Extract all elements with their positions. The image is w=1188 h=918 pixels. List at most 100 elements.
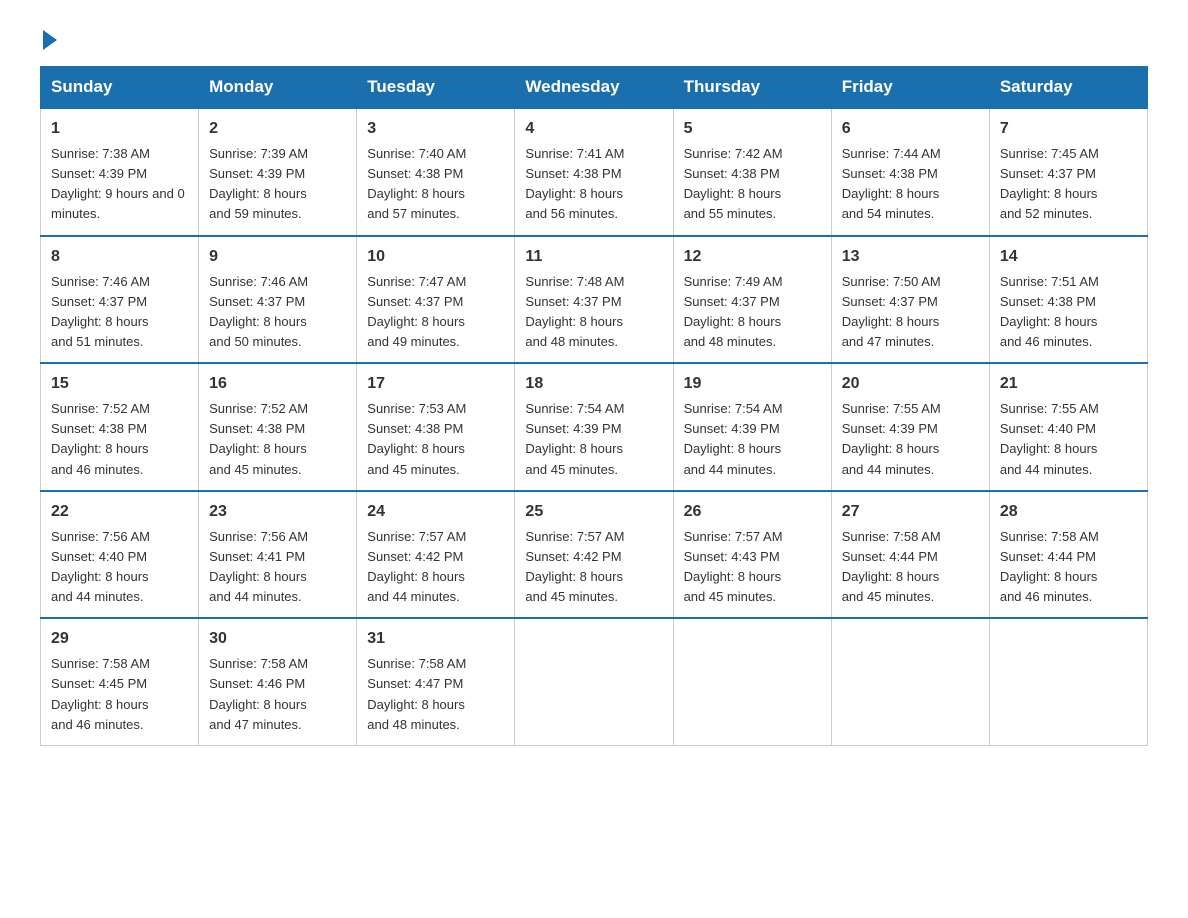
calendar-cell: 1 Sunrise: 7:38 AMSunset: 4:39 PMDaylight… [41, 108, 199, 236]
day-number: 9 [209, 245, 346, 269]
calendar-cell [515, 618, 673, 745]
calendar-header-row: SundayMondayTuesdayWednesdayThursdayFrid… [41, 67, 1148, 109]
calendar-cell: 26 Sunrise: 7:57 AMSunset: 4:43 PMDayligh… [673, 491, 831, 619]
calendar-week-5: 29 Sunrise: 7:58 AMSunset: 4:45 PMDayligh… [41, 618, 1148, 745]
day-number: 24 [367, 500, 504, 524]
day-number: 13 [842, 245, 979, 269]
logo-general [40, 30, 57, 50]
calendar-cell: 22 Sunrise: 7:56 AMSunset: 4:40 PMDayligh… [41, 491, 199, 619]
day-info: Sunrise: 7:38 AMSunset: 4:39 PMDaylight:… [51, 144, 188, 225]
calendar-cell: 10 Sunrise: 7:47 AMSunset: 4:37 PMDayligh… [357, 236, 515, 364]
day-info: Sunrise: 7:45 AMSunset: 4:37 PMDaylight:… [1000, 144, 1137, 225]
calendar-cell: 27 Sunrise: 7:58 AMSunset: 4:44 PMDayligh… [831, 491, 989, 619]
calendar-week-1: 1 Sunrise: 7:38 AMSunset: 4:39 PMDaylight… [41, 108, 1148, 236]
day-number: 20 [842, 372, 979, 396]
day-number: 21 [1000, 372, 1137, 396]
day-number: 16 [209, 372, 346, 396]
day-number: 22 [51, 500, 188, 524]
day-number: 2 [209, 117, 346, 141]
page-header [40, 30, 1148, 46]
day-info: Sunrise: 7:56 AMSunset: 4:40 PMDaylight:… [51, 527, 188, 608]
calendar-cell: 15 Sunrise: 7:52 AMSunset: 4:38 PMDayligh… [41, 363, 199, 491]
day-info: Sunrise: 7:46 AMSunset: 4:37 PMDaylight:… [51, 272, 188, 353]
day-number: 29 [51, 627, 188, 651]
calendar-cell: 29 Sunrise: 7:58 AMSunset: 4:45 PMDayligh… [41, 618, 199, 745]
day-info: Sunrise: 7:47 AMSunset: 4:37 PMDaylight:… [367, 272, 504, 353]
day-number: 15 [51, 372, 188, 396]
column-header-tuesday: Tuesday [357, 67, 515, 109]
calendar-cell: 11 Sunrise: 7:48 AMSunset: 4:37 PMDayligh… [515, 236, 673, 364]
day-info: Sunrise: 7:55 AMSunset: 4:40 PMDaylight:… [1000, 399, 1137, 480]
column-header-saturday: Saturday [989, 67, 1147, 109]
day-info: Sunrise: 7:57 AMSunset: 4:43 PMDaylight:… [684, 527, 821, 608]
day-info: Sunrise: 7:44 AMSunset: 4:38 PMDaylight:… [842, 144, 979, 225]
day-number: 8 [51, 245, 188, 269]
logo [40, 30, 57, 46]
day-number: 27 [842, 500, 979, 524]
day-info: Sunrise: 7:57 AMSunset: 4:42 PMDaylight:… [525, 527, 662, 608]
day-info: Sunrise: 7:55 AMSunset: 4:39 PMDaylight:… [842, 399, 979, 480]
calendar-cell: 13 Sunrise: 7:50 AMSunset: 4:37 PMDayligh… [831, 236, 989, 364]
calendar-cell: 21 Sunrise: 7:55 AMSunset: 4:40 PMDayligh… [989, 363, 1147, 491]
day-info: Sunrise: 7:42 AMSunset: 4:38 PMDaylight:… [684, 144, 821, 225]
day-number: 10 [367, 245, 504, 269]
calendar-cell: 30 Sunrise: 7:58 AMSunset: 4:46 PMDayligh… [199, 618, 357, 745]
day-number: 28 [1000, 500, 1137, 524]
calendar-cell: 9Sunrise: 7:46 AMSunset: 4:37 PMDaylight… [199, 236, 357, 364]
calendar-cell: 3Sunrise: 7:40 AMSunset: 4:38 PMDaylight… [357, 108, 515, 236]
day-info: Sunrise: 7:52 AMSunset: 4:38 PMDaylight:… [51, 399, 188, 480]
logo-arrow-icon [43, 30, 57, 50]
column-header-sunday: Sunday [41, 67, 199, 109]
calendar-cell: 28Sunrise: 7:58 AMSunset: 4:44 PMDayligh… [989, 491, 1147, 619]
day-number: 14 [1000, 245, 1137, 269]
calendar-week-2: 8 Sunrise: 7:46 AMSunset: 4:37 PMDaylight… [41, 236, 1148, 364]
day-number: 23 [209, 500, 346, 524]
calendar-cell: 24 Sunrise: 7:57 AMSunset: 4:42 PMDayligh… [357, 491, 515, 619]
calendar-cell: 18 Sunrise: 7:54 AMSunset: 4:39 PMDayligh… [515, 363, 673, 491]
calendar-cell: 19 Sunrise: 7:54 AMSunset: 4:39 PMDayligh… [673, 363, 831, 491]
day-number: 12 [684, 245, 821, 269]
calendar-cell: 12 Sunrise: 7:49 AMSunset: 4:37 PMDayligh… [673, 236, 831, 364]
day-number: 1 [51, 117, 188, 141]
day-info: Sunrise: 7:41 AMSunset: 4:38 PMDaylight:… [525, 144, 662, 225]
day-info: Sunrise: 7:49 AMSunset: 4:37 PMDaylight:… [684, 272, 821, 353]
calendar-cell: 17 Sunrise: 7:53 AMSunset: 4:38 PMDayligh… [357, 363, 515, 491]
day-info: Sunrise: 7:54 AMSunset: 4:39 PMDaylight:… [684, 399, 821, 480]
calendar-cell: 6Sunrise: 7:44 AMSunset: 4:38 PMDaylight… [831, 108, 989, 236]
day-info: Sunrise: 7:57 AMSunset: 4:42 PMDaylight:… [367, 527, 504, 608]
day-info: Sunrise: 7:52 AMSunset: 4:38 PMDaylight:… [209, 399, 346, 480]
column-header-monday: Monday [199, 67, 357, 109]
day-info: Sunrise: 7:58 AMSunset: 4:44 PMDaylight:… [842, 527, 979, 608]
calendar-cell: 4Sunrise: 7:41 AMSunset: 4:38 PMDaylight… [515, 108, 673, 236]
day-number: 3 [367, 117, 504, 141]
column-header-thursday: Thursday [673, 67, 831, 109]
day-number: 25 [525, 500, 662, 524]
calendar-cell: 14Sunrise: 7:51 AMSunset: 4:38 PMDayligh… [989, 236, 1147, 364]
calendar-cell: 2Sunrise: 7:39 AMSunset: 4:39 PMDaylight… [199, 108, 357, 236]
day-info: Sunrise: 7:58 AMSunset: 4:46 PMDaylight:… [209, 654, 346, 735]
day-number: 5 [684, 117, 821, 141]
day-info: Sunrise: 7:48 AMSunset: 4:37 PMDaylight:… [525, 272, 662, 353]
calendar-cell [673, 618, 831, 745]
day-number: 18 [525, 372, 662, 396]
calendar-cell [831, 618, 989, 745]
calendar-cell: 31Sunrise: 7:58 AMSunset: 4:47 PMDayligh… [357, 618, 515, 745]
day-number: 31 [367, 627, 504, 651]
day-info: Sunrise: 7:54 AMSunset: 4:39 PMDaylight:… [525, 399, 662, 480]
day-info: Sunrise: 7:50 AMSunset: 4:37 PMDaylight:… [842, 272, 979, 353]
day-info: Sunrise: 7:58 AMSunset: 4:45 PMDaylight:… [51, 654, 188, 735]
day-number: 17 [367, 372, 504, 396]
day-number: 11 [525, 245, 662, 269]
day-number: 19 [684, 372, 821, 396]
column-header-friday: Friday [831, 67, 989, 109]
column-header-wednesday: Wednesday [515, 67, 673, 109]
day-info: Sunrise: 7:53 AMSunset: 4:38 PMDaylight:… [367, 399, 504, 480]
calendar-cell: 25 Sunrise: 7:57 AMSunset: 4:42 PMDayligh… [515, 491, 673, 619]
day-number: 26 [684, 500, 821, 524]
calendar-week-3: 15 Sunrise: 7:52 AMSunset: 4:38 PMDayligh… [41, 363, 1148, 491]
calendar-table: SundayMondayTuesdayWednesdayThursdayFrid… [40, 66, 1148, 746]
calendar-cell: 7 Sunrise: 7:45 AMSunset: 4:37 PMDaylight… [989, 108, 1147, 236]
day-number: 7 [1000, 117, 1137, 141]
calendar-cell: 8 Sunrise: 7:46 AMSunset: 4:37 PMDaylight… [41, 236, 199, 364]
day-number: 30 [209, 627, 346, 651]
